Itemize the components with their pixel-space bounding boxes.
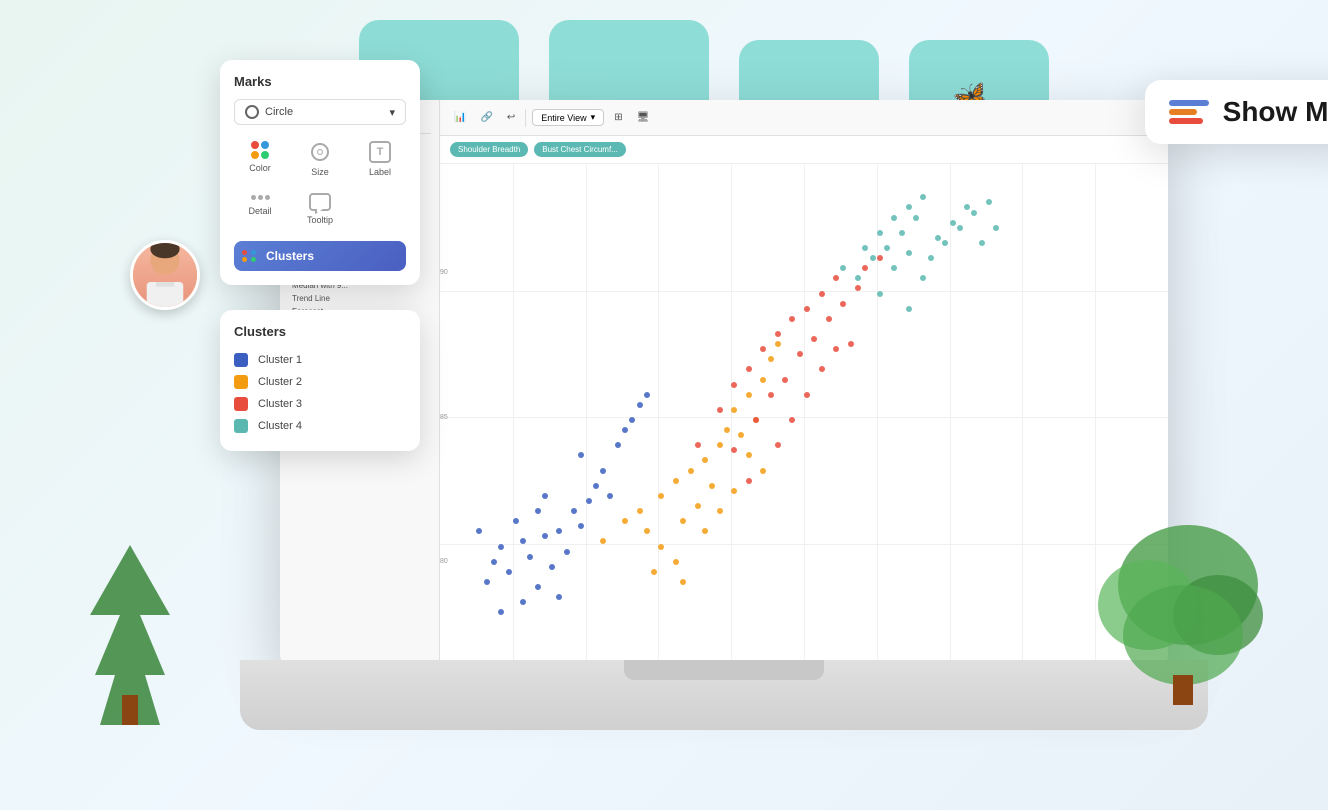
pill-shoulder[interactable]: Shoulder Breadth xyxy=(450,142,528,157)
cluster-1-dot xyxy=(234,353,248,367)
marks-buttons-grid: Color Size T Label Detail xyxy=(234,137,406,229)
cluster-2-label: Cluster 2 xyxy=(258,376,302,388)
cluster-4-dot xyxy=(234,419,248,433)
cluster-item-4[interactable]: Cluster 4 xyxy=(234,415,406,437)
clusters-dots-icon xyxy=(242,250,258,262)
chart-area: 41 42 43 44 45 46 47 48 49 50 51 52 53 5… xyxy=(440,164,1168,670)
toolbar-sep-1 xyxy=(525,109,526,127)
toolbar-view-dropdown[interactable]: Entire View ▾ xyxy=(532,109,604,126)
cluster-1-label: Cluster 1 xyxy=(258,354,302,366)
sidebar-item-trend-line[interactable]: Trend Line xyxy=(288,292,431,305)
marks-dropdown-value: Circle xyxy=(265,106,293,118)
show-me-text: Show Me xyxy=(1223,96,1328,128)
show-me-icon xyxy=(1169,100,1209,124)
marks-detail-label: Detail xyxy=(248,206,271,216)
grid-lines xyxy=(440,164,1168,670)
toolbar: 📊 🔗 ↩ Entire View ▾ ⊞ 🖥 xyxy=(440,100,1168,136)
leaves-decoration xyxy=(1088,505,1268,710)
show-me-bar-2 xyxy=(1169,109,1197,115)
avatar xyxy=(130,240,200,310)
toolbar-icon-4[interactable]: ⊞ xyxy=(610,110,626,125)
clusters-btn-label: Clusters xyxy=(266,249,314,263)
pills-area: Shoulder Breadth Bust Chest Circumf... xyxy=(440,136,1168,164)
cluster-item-2[interactable]: Cluster 2 xyxy=(234,371,406,393)
marks-panel: Marks Circle ▾ Color Size xyxy=(220,60,420,285)
toolbar-icon-3[interactable]: ↩ xyxy=(503,110,519,125)
laptop-base xyxy=(240,660,1208,730)
cluster-3-dot xyxy=(234,397,248,411)
marks-label-btn[interactable]: T Label xyxy=(354,137,406,181)
clusters-legend-title: Clusters xyxy=(234,324,406,339)
marks-tooltip-label: Tooltip xyxy=(307,215,333,225)
clusters-button[interactable]: Clusters xyxy=(234,241,406,271)
marks-label-label: Label xyxy=(369,167,391,177)
clusters-panel: Clusters Cluster 1 Cluster 2 Cluster 3 C… xyxy=(220,310,420,451)
cluster-3-label: Cluster 3 xyxy=(258,398,302,410)
marks-size-btn[interactable]: Size xyxy=(294,137,346,181)
pine-tree-decoration xyxy=(80,545,180,730)
marks-title: Marks xyxy=(234,74,406,89)
marks-tooltip-btn[interactable]: Tooltip xyxy=(294,189,346,229)
marks-color-label: Color xyxy=(249,163,271,173)
toolbar-icon-1[interactable]: 📊 xyxy=(450,110,470,125)
marks-color-btn[interactable]: Color xyxy=(234,137,286,181)
marks-detail-btn[interactable]: Detail xyxy=(234,189,286,229)
circle-icon xyxy=(245,105,259,119)
laptop-notch xyxy=(624,660,824,680)
pill-bust[interactable]: Bust Chest Circumf... xyxy=(534,142,626,157)
cluster-item-3[interactable]: Cluster 3 xyxy=(234,393,406,415)
dropdown-chevron-icon: ▾ xyxy=(389,106,395,119)
toolbar-icon-5[interactable]: 🖥 xyxy=(633,110,654,125)
cluster-item-1[interactable]: Cluster 1 xyxy=(234,349,406,371)
marks-dropdown[interactable]: Circle ▾ xyxy=(234,99,406,125)
cluster-4-label: Cluster 4 xyxy=(258,420,302,432)
cluster-2-dot xyxy=(234,375,248,389)
toolbar-icon-2[interactable]: 🔗 xyxy=(476,110,496,125)
marks-size-label: Size xyxy=(311,167,329,177)
show-me-panel[interactable]: Show Me xyxy=(1145,80,1328,144)
main-area: 📊 🔗 ↩ Entire View ▾ ⊞ 🖥 Shoulder Breadth… xyxy=(440,100,1168,670)
show-me-bar-1 xyxy=(1169,100,1209,106)
show-me-bar-3 xyxy=(1169,118,1203,124)
